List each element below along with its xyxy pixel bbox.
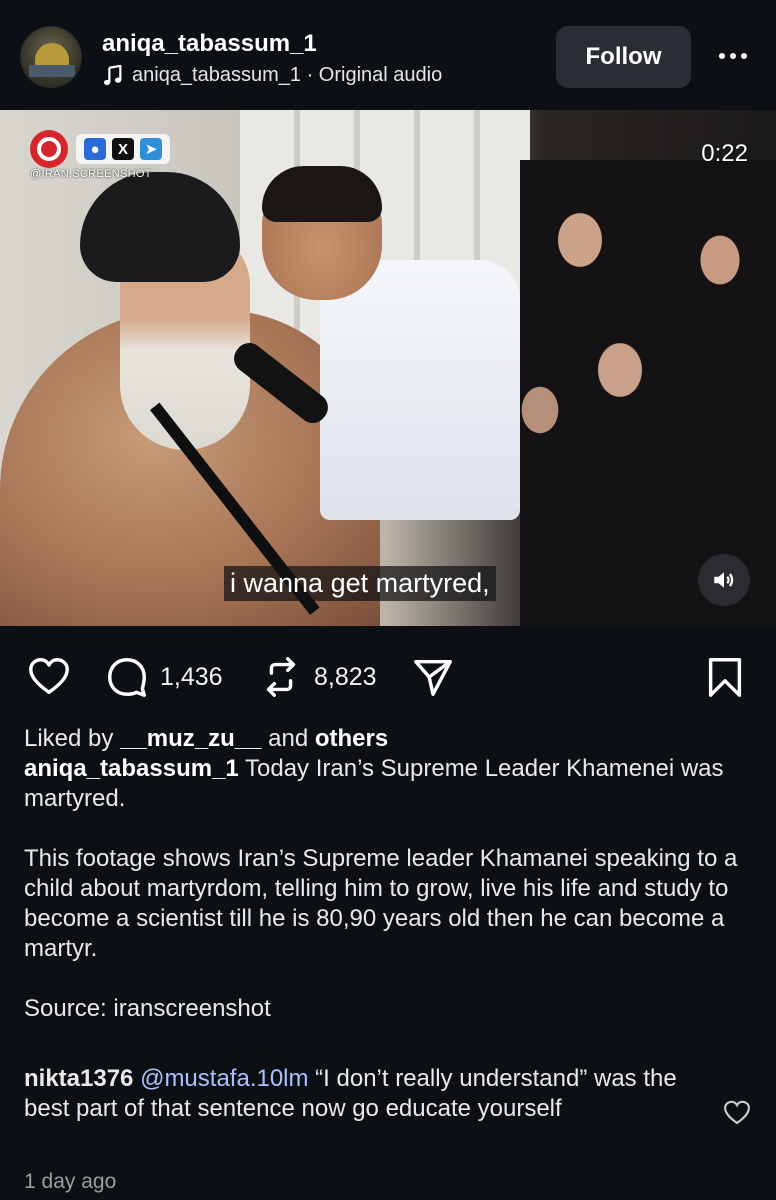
username[interactable]: aniqa_tabassum_1 [102, 30, 317, 58]
comment-bubble-icon [108, 658, 146, 697]
comment-user[interactable]: nikta1376 [24, 1065, 133, 1092]
heart-icon [29, 658, 69, 695]
top-comment: nikta1376 @mustafa.10lm “I don’t really … [24, 1064, 704, 1124]
audio-label: aniqa_tabassum_1 · Original audio [132, 64, 443, 86]
more-options-icon[interactable] [708, 40, 758, 72]
boy-hair [262, 166, 382, 222]
liked-by-line[interactable]: Liked by __muz_zu__ and others [24, 724, 754, 754]
sound-toggle-button[interactable] [698, 554, 750, 606]
caption-paragraph: This footage shows Iran’s Supreme leader… [24, 845, 738, 962]
post-caption: Liked by __muz_zu__ and others aniqa_tab… [24, 724, 754, 1024]
building-image-shape [29, 65, 75, 77]
music-note-icon [103, 64, 122, 85]
share-button[interactable] [410, 654, 456, 700]
follow-button[interactable]: Follow [556, 26, 691, 88]
caption-source: Source: iranscreenshot [24, 995, 271, 1022]
audio-link[interactable]: aniqa_tabassum_1 · Original audio [102, 64, 442, 87]
video-player[interactable]: ● X ➤ @IRAN.SCREENSHOT 0:22 i wanna get … [0, 110, 776, 626]
comment-like-heart-icon[interactable] [722, 1098, 752, 1128]
dome-image-shape [35, 43, 69, 67]
liked-mid: and [261, 725, 315, 752]
liked-user[interactable]: __muz_zu__ [120, 725, 261, 752]
save-button[interactable] [702, 654, 748, 700]
repost-button[interactable]: 8,823 [258, 654, 377, 700]
channel-logo: ● X ➤ [30, 130, 170, 168]
instagram-icon: ● [84, 138, 106, 160]
channel-logo-icon [30, 130, 68, 168]
post-time: 1 day ago [24, 1170, 117, 1193]
seated-women [520, 160, 776, 626]
caption-author[interactable]: aniqa_tabassum_1 [24, 755, 239, 782]
boy-body [320, 260, 520, 520]
video-subtitle: i wanna get martyred, [224, 566, 496, 601]
speaker-icon [714, 572, 734, 588]
caption-text: aniqa_tabassum_1 Today Iran’s Supreme Le… [24, 754, 754, 814]
comment-mention[interactable]: @mustafa.10lm [140, 1065, 308, 1092]
x-icon: X [112, 138, 134, 160]
repost-icon [266, 657, 296, 697]
post-header: aniqa_tabassum_1 aniqa_tabassum_1 · Orig… [0, 0, 776, 110]
telegram-icon: ➤ [140, 138, 162, 160]
send-icon [414, 659, 452, 696]
comment-button[interactable]: 1,436 [104, 654, 223, 700]
video-timestamp: 0:22 [701, 140, 748, 167]
avatar[interactable] [20, 26, 82, 88]
action-bar: 1,436 8,823 [0, 640, 776, 710]
comment-count: 1,436 [160, 662, 223, 691]
liked-prefix: Liked by [24, 725, 121, 752]
watermark: @IRAN.SCREENSHOT [30, 168, 152, 180]
like-button[interactable] [26, 654, 72, 700]
repost-count: 8,823 [314, 662, 377, 691]
leader-turban [80, 172, 240, 282]
bookmark-icon [708, 658, 742, 697]
liked-others[interactable]: others [315, 725, 388, 752]
social-icons: ● X ➤ [76, 134, 170, 164]
